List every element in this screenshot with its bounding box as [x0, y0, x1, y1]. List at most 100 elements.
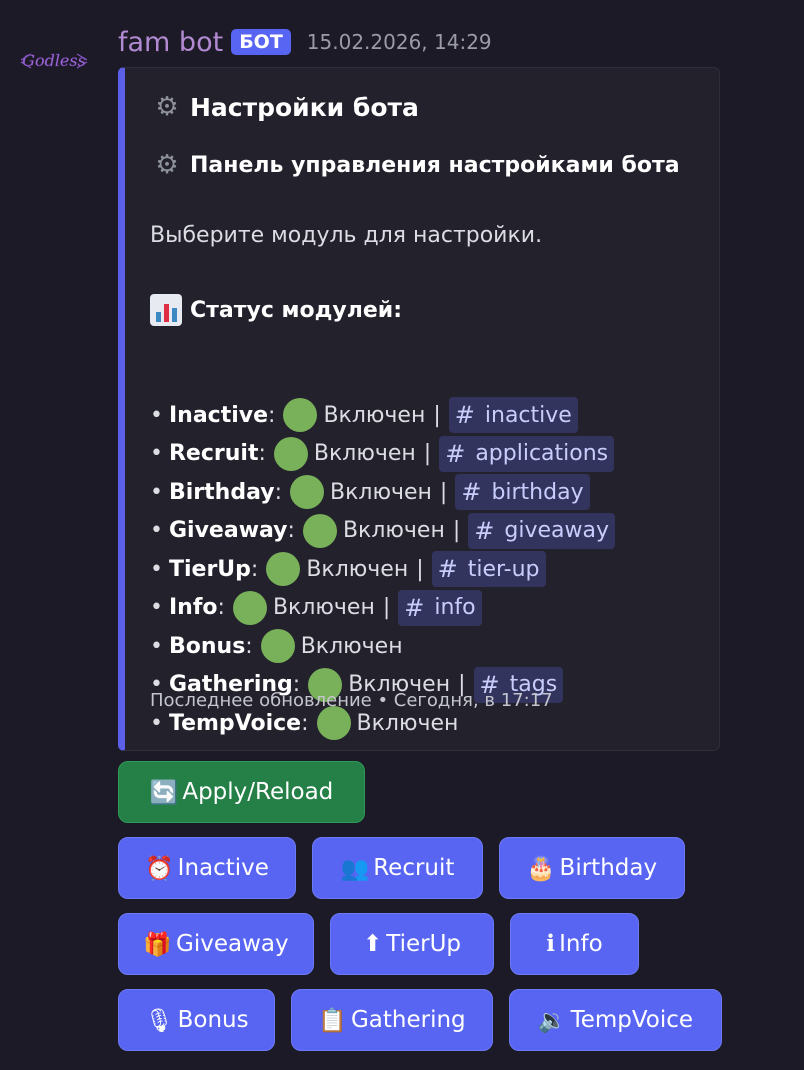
giveaway-button-label: Giveaway	[176, 931, 289, 957]
separator: |	[416, 556, 424, 582]
settings-embed: ⚙ Настройки бота ⚙ Панель управления нас…	[118, 67, 720, 751]
clipboard-icon: 📋	[318, 1007, 347, 1034]
channel-mention[interactable]: # giveaway	[468, 512, 615, 549]
embed-description: Выберите модуль для настройки.	[150, 223, 543, 248]
bullet: •	[150, 441, 163, 466]
module-status-row: • TierUp: Включен | # tier-up	[150, 551, 546, 587]
channel-mention[interactable]: # tier-up	[431, 551, 546, 587]
module-state: Включен	[300, 633, 403, 659]
module-state: Включен	[356, 710, 459, 736]
embed-title: ⚙ Настройки бота	[150, 92, 419, 122]
channel-name: inactive	[484, 402, 572, 428]
channel-name: applications	[475, 441, 609, 466]
info-icon: ℹ	[546, 931, 556, 957]
module-state: Включен	[272, 595, 375, 620]
status-heading-text: Статус модулей:	[190, 297, 402, 323]
module-name: Bonus	[168, 633, 246, 659]
colon: :	[250, 556, 259, 582]
channel-hash-icon: #	[461, 478, 482, 506]
tempvoice-button[interactable]: 🔉 TempVoice	[509, 989, 722, 1051]
embed-title-text: Настройки бота	[190, 92, 419, 122]
bullet: •	[150, 633, 163, 659]
birthday-button[interactable]: 🎂 Birthday	[499, 837, 685, 899]
bullet: •	[150, 479, 163, 505]
colon: :	[217, 595, 225, 620]
green-circle-icon	[260, 629, 295, 663]
channel-hash-icon: #	[404, 593, 425, 622]
channel-mention[interactable]: # inactive	[448, 397, 578, 433]
bullet: •	[150, 556, 163, 582]
bot-badge: БОТ	[231, 29, 291, 55]
avatar[interactable]: Godless	[14, 30, 94, 90]
tierup-button[interactable]: ⬆ TierUp	[330, 913, 494, 975]
cake-icon: 🎂	[526, 855, 556, 882]
colon: :	[258, 441, 266, 466]
embed-subtitle: ⚙ Панель управления настройками бота	[150, 150, 680, 180]
avatar-logo-text: Godless	[22, 51, 86, 70]
inactive-button-label: Inactive	[177, 855, 269, 881]
status-heading: Статус модулей:	[150, 294, 402, 326]
apply-reload-label: Apply/Reload	[182, 779, 334, 805]
module-name: TempVoice	[168, 710, 302, 736]
colon: :	[301, 710, 309, 736]
tierup-button-label: TierUp	[386, 931, 462, 957]
module-name: Birthday	[168, 479, 275, 505]
channel-mention[interactable]: # birthday	[455, 474, 590, 510]
arrow-up-icon: ⬆	[362, 931, 383, 957]
message-timestamp: 15.02.2026, 14:29	[306, 30, 492, 54]
bonus-button-label: Bonus	[177, 1007, 249, 1033]
giveaway-button[interactable]: 🎁 Giveaway	[118, 913, 314, 975]
embed-subtitle-text: Панель управления настройками бота	[190, 152, 680, 178]
gathering-button[interactable]: 📋 Gathering	[291, 989, 493, 1051]
colon: :	[245, 633, 253, 659]
green-circle-icon	[232, 590, 267, 625]
bullet: •	[150, 595, 163, 620]
channel-name: giveaway	[504, 518, 609, 543]
microphone-icon: 🎙	[144, 1007, 174, 1034]
green-circle-icon	[273, 436, 308, 471]
author-name[interactable]: fam bot	[118, 27, 223, 58]
bonus-button[interactable]: 🎙 Bonus	[118, 989, 275, 1051]
module-status-row: • Bonus: Включен	[150, 628, 403, 664]
module-state: Включен	[330, 479, 432, 505]
channel-mention[interactable]: # applications	[439, 435, 615, 472]
module-name: Inactive	[168, 402, 269, 428]
module-status-row: • Inactive: Включен | # inactive	[150, 397, 578, 433]
channel-name: tier-up	[467, 556, 540, 582]
people-icon: 👥	[340, 855, 370, 882]
channel-hash-icon: #	[474, 516, 495, 545]
colon: :	[268, 402, 276, 428]
module-status-row: • Info: Включен | # info	[150, 589, 482, 626]
message-header: fam bot БОТ 15.02.2026, 14:29	[118, 22, 492, 62]
separator: |	[382, 595, 391, 620]
gathering-button-label: Gathering	[350, 1007, 466, 1033]
module-status-row: • Giveaway: Включен | # giveaway	[150, 512, 615, 549]
speaker-icon: 🔉	[537, 1007, 567, 1034]
separator: |	[439, 479, 448, 505]
green-circle-icon	[316, 706, 351, 740]
gear-icon: ⚙	[155, 150, 179, 180]
info-button[interactable]: ℹ Info	[510, 913, 639, 975]
channel-mention[interactable]: # info	[398, 589, 482, 626]
inactive-button[interactable]: ⏰ Inactive	[118, 837, 296, 899]
module-state: Включен	[342, 518, 445, 543]
apply-reload-button[interactable]: 🔄 Apply/Reload	[118, 761, 365, 823]
recruit-button-label: Recruit	[373, 855, 455, 881]
channel-name: info	[434, 595, 476, 620]
channel-hash-icon: #	[454, 401, 475, 429]
module-name: Info	[168, 595, 218, 620]
separator: |	[423, 441, 432, 466]
separator: |	[433, 402, 441, 428]
module-name: Giveaway	[168, 518, 288, 543]
module-state: Включен	[323, 402, 426, 428]
module-name: TierUp	[168, 556, 251, 582]
recruit-button[interactable]: 👥 Recruit	[312, 837, 483, 899]
info-button-label: Info	[559, 931, 603, 957]
channel-hash-icon: #	[445, 439, 466, 468]
reload-icon: 🔄	[149, 779, 179, 806]
bullet: •	[150, 518, 163, 543]
colon: :	[287, 518, 295, 543]
module-state: Включен	[306, 556, 409, 582]
gift-icon: 🎁	[143, 931, 173, 958]
bullet: •	[150, 710, 163, 736]
